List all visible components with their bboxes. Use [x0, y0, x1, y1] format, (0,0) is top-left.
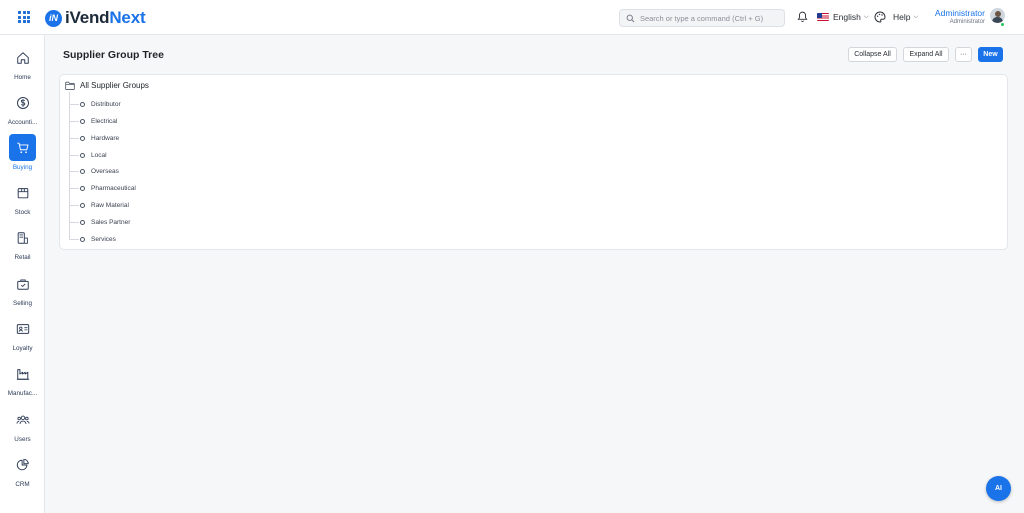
- node-circle-icon: [80, 202, 85, 208]
- tree-card: [59, 74, 1008, 250]
- cart-icon: [16, 142, 28, 153]
- user-name: Administrator: [934, 8, 985, 18]
- sidebar-item-accounting[interactable]: Accounti...: [0, 89, 45, 131]
- tree-node-label: Local: [91, 151, 107, 159]
- sidebar-item-label: CRM: [15, 481, 30, 488]
- sidebar-item-users[interactable]: Users: [0, 406, 45, 448]
- node-circle-icon: [80, 236, 85, 242]
- box-icon: [17, 187, 28, 198]
- factory-icon: [16, 368, 29, 380]
- dollar-icon: [16, 96, 29, 109]
- logo-mark-icon: iN: [45, 9, 62, 27]
- sidebar-item-label: Retail: [14, 254, 31, 261]
- new-button[interactable]: New: [978, 47, 1003, 62]
- user-role: Administrator: [949, 19, 985, 25]
- apps-grid-icon[interactable]: [18, 11, 30, 23]
- tree-node[interactable]: Hardware: [69, 133, 119, 143]
- tree-node[interactable]: Overseas: [69, 166, 119, 176]
- tree-node-label: Electrical: [91, 117, 118, 125]
- sidebar-item-label: Users: [14, 436, 31, 443]
- tree-node[interactable]: Distributor: [69, 99, 121, 109]
- sidebar-item-home[interactable]: Home: [0, 44, 45, 86]
- online-status-dot: [1000, 22, 1005, 27]
- sidebar-item-loyalty[interactable]: Loyalty: [0, 315, 45, 357]
- tree-node[interactable]: Raw Material: [69, 200, 129, 210]
- tree-node[interactable]: Sales Partner: [69, 217, 130, 227]
- ai-assistant-button[interactable]: AI: [986, 476, 1011, 501]
- node-circle-icon: [80, 118, 85, 124]
- logo-text: iVendNext: [65, 8, 146, 27]
- shop-icon: [16, 278, 29, 290]
- help-menu[interactable]: Help ⌵: [893, 12, 918, 22]
- tree-node[interactable]: Local: [69, 150, 107, 160]
- node-circle-icon: [80, 168, 85, 174]
- sidebar-item-selling[interactable]: Selling: [0, 270, 45, 312]
- sidebar-item-label: Manufac...: [7, 390, 38, 397]
- sidebar-item-label: Buying: [12, 164, 33, 171]
- collapse-all-button[interactable]: Collapse All: [848, 47, 897, 62]
- search-icon: [626, 14, 635, 22]
- sidebar-item-stock[interactable]: Stock: [0, 179, 45, 221]
- more-actions-button[interactable]: ···: [955, 47, 972, 62]
- top-bar: iN iVendNext English ⌵ Help ⌵ Administra…: [0, 0, 1024, 35]
- tree-node[interactable]: Pharmaceutical: [69, 183, 136, 193]
- node-circle-icon: [80, 152, 85, 158]
- expand-all-button[interactable]: Expand All: [903, 47, 949, 62]
- sidebar-item-label: Stock: [14, 209, 31, 216]
- pie-icon: [16, 458, 29, 470]
- tree-node-label: Raw Material: [91, 201, 129, 209]
- tree-root-label: All Supplier Groups: [80, 81, 149, 90]
- node-circle-icon: [80, 135, 85, 141]
- sidebar-item-crm[interactable]: CRM: [0, 451, 45, 493]
- sidebar-item-retail[interactable]: Retail: [0, 224, 45, 266]
- language-label: English: [833, 12, 861, 22]
- sidebar-item-buying[interactable]: Buying: [0, 134, 45, 176]
- users-icon: [15, 415, 30, 424]
- tree-node-label: Hardware: [91, 134, 120, 142]
- avatar[interactable]: [990, 8, 1005, 23]
- tree-node-label: Overseas: [91, 167, 119, 175]
- search-input[interactable]: [639, 13, 784, 23]
- sidebar-item-label: Accounti...: [7, 119, 38, 126]
- chevron-down-icon: ⌵: [913, 13, 919, 20]
- tree-node-label: Distributor: [91, 100, 121, 108]
- sidebar-item-manufacturing[interactable]: Manufac...: [0, 360, 45, 402]
- card-icon: [16, 323, 29, 334]
- node-circle-icon: [80, 101, 85, 107]
- sidebar-item-label: Loyalty: [12, 345, 33, 352]
- node-circle-icon: [80, 219, 85, 225]
- page-title: Supplier Group Tree: [63, 49, 164, 61]
- folder-icon: [65, 81, 75, 90]
- tree-node-label: Services: [91, 235, 116, 243]
- language-selector[interactable]: English ⌵: [817, 12, 868, 22]
- search-box[interactable]: [619, 9, 785, 27]
- tree-node-label: Pharmaceutical: [91, 184, 136, 192]
- tree-root[interactable]: All Supplier Groups: [65, 81, 149, 90]
- sidebar-item-label: Selling: [13, 300, 32, 307]
- pos-icon: [17, 231, 28, 244]
- node-circle-icon: [80, 185, 85, 191]
- us-flag-icon: [817, 13, 829, 21]
- help-label: Help: [893, 12, 911, 22]
- tree-node[interactable]: Services: [69, 234, 116, 244]
- app-logo[interactable]: iN iVendNext: [45, 8, 146, 28]
- palette-icon[interactable]: [874, 11, 886, 23]
- home-icon: [16, 51, 29, 64]
- sidebar-item-label: Home: [14, 74, 31, 81]
- sidebar: Home Accounti... Buying Stock Retail Sel…: [0, 35, 45, 513]
- user-menu[interactable]: Administrator Administrator: [925, 8, 985, 26]
- tree-node-label: Sales Partner: [91, 218, 131, 226]
- chevron-down-icon: ⌵: [863, 13, 869, 20]
- bell-icon[interactable]: [797, 11, 808, 23]
- tree-node[interactable]: Electrical: [69, 116, 117, 126]
